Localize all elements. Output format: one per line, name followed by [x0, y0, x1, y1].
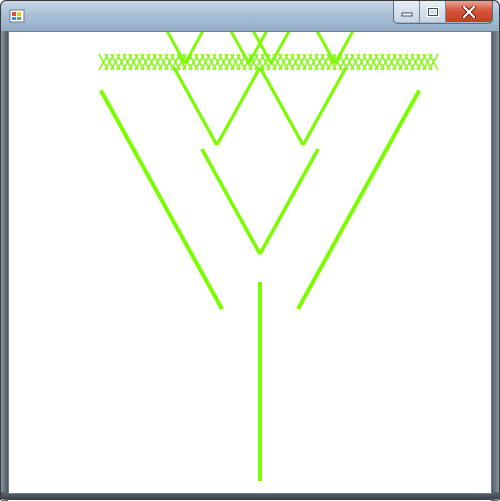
app-window: [0, 0, 500, 501]
tree-branch: [258, 148, 320, 255]
maximize-button[interactable]: [420, 1, 446, 22]
title-bar[interactable]: [1, 1, 499, 31]
tree-branch: [172, 66, 219, 146]
tree-branch: [215, 66, 262, 146]
tree-branch: [301, 66, 348, 146]
maximize-icon: [426, 6, 439, 17]
close-icon: [462, 5, 476, 18]
tree-branch: [258, 66, 305, 146]
window-frame-left: [1, 31, 8, 501]
minimize-icon: [401, 12, 412, 16]
caption-buttons: [393, 1, 493, 24]
minimize-button[interactable]: [394, 1, 420, 22]
fractal-tree-canvas: [98, 32, 439, 481]
drawing-canvas: [8, 31, 492, 494]
app-icon[interactable]: [9, 8, 25, 24]
close-button[interactable]: [446, 1, 492, 22]
tree-branch: [200, 148, 262, 255]
